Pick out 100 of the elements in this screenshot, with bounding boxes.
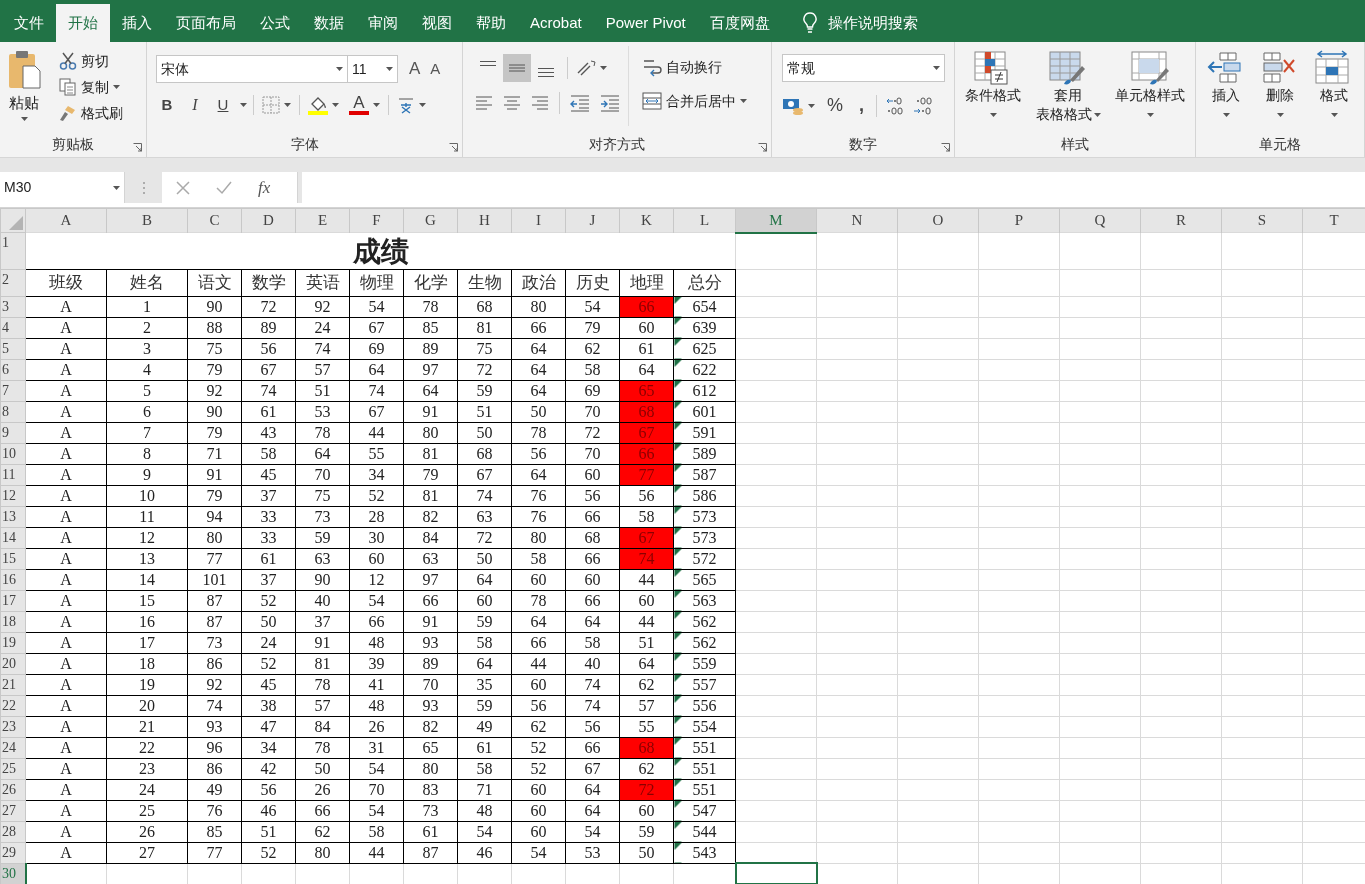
ribbon-tab[interactable]: 审阅 [356, 4, 410, 42]
format-painter-button[interactable]: 格式刷 [56, 100, 126, 126]
row-header[interactable]: 14 [0, 527, 26, 548]
row-header[interactable]: 29 [0, 842, 26, 863]
ribbon-tab[interactable]: 公式 [248, 4, 302, 42]
formula-input[interactable] [302, 172, 1365, 203]
ribbon-tab[interactable]: 文件 [2, 4, 56, 42]
row-header[interactable]: 26 [0, 779, 26, 800]
column-header[interactable]: O [897, 208, 979, 233]
grow-font-button[interactable]: A [406, 56, 424, 82]
row-header[interactable]: 10 [0, 443, 26, 464]
ribbon-tab[interactable]: 插入 [110, 4, 164, 42]
row-header[interactable]: 25 [0, 758, 26, 779]
column-header[interactable]: P [978, 208, 1060, 233]
cells-button[interactable]: 格式 [1312, 50, 1356, 131]
row-header[interactable]: 9 [0, 422, 26, 443]
column-header[interactable]: R [1140, 208, 1222, 233]
borders-button[interactable] [260, 96, 293, 114]
column-header[interactable]: E [295, 208, 350, 233]
row-header[interactable]: 15 [0, 548, 26, 569]
row-header[interactable]: 4 [0, 317, 26, 338]
fill-color-button[interactable] [306, 95, 341, 115]
column-header[interactable]: C [187, 208, 242, 233]
row-header[interactable]: 13 [0, 506, 26, 527]
row-header[interactable]: 7 [0, 380, 26, 401]
column-header[interactable]: H [457, 208, 512, 233]
column-header[interactable]: B [106, 208, 188, 233]
ribbon-tab[interactable]: 百度网盘 [697, 4, 782, 42]
font-size-field[interactable]: 11 [348, 55, 398, 83]
row-header[interactable]: 11 [0, 464, 26, 485]
style-button[interactable]: 套用 表格格式 [1033, 50, 1103, 131]
column-header[interactable]: L [673, 208, 736, 233]
name-box[interactable]: M30 [0, 172, 125, 203]
row-header[interactable]: 30 [0, 863, 26, 884]
row-header[interactable]: 3 [0, 296, 26, 317]
column-header[interactable]: N [816, 208, 898, 233]
row-header[interactable]: 1 [0, 232, 26, 270]
row-header[interactable]: 17 [0, 590, 26, 611]
orientation-button[interactable] [576, 59, 607, 77]
number-format-field[interactable]: 常规 [782, 54, 945, 82]
active-cell[interactable] [735, 863, 817, 884]
column-header[interactable]: I [511, 208, 566, 233]
row-header[interactable]: 12 [0, 485, 26, 506]
row-header[interactable]: 21 [0, 674, 26, 695]
table-cell: 82 [403, 716, 458, 737]
ribbon-tab[interactable]: Acrobat [518, 4, 594, 42]
row-header[interactable]: 28 [0, 821, 26, 842]
row-header[interactable]: 24 [0, 737, 26, 758]
column-header[interactable]: T [1302, 208, 1365, 233]
ribbon-tab[interactable]: 数据 [302, 4, 356, 42]
caret-icon [740, 99, 747, 103]
row-header[interactable]: 5 [0, 338, 26, 359]
row-header[interactable]: 27 [0, 800, 26, 821]
bold-button[interactable]: B [156, 93, 178, 117]
row-header[interactable]: 22 [0, 695, 26, 716]
underline-button[interactable]: U [212, 93, 234, 117]
column-header[interactable]: J [565, 208, 620, 233]
style-button[interactable]: 单元格样式 [1113, 50, 1187, 131]
column-header[interactable]: A [25, 208, 107, 233]
column-header[interactable]: G [403, 208, 458, 233]
insert-function-button[interactable]: fx [258, 174, 271, 201]
font-name-field[interactable]: 宋体 [156, 55, 348, 83]
column-header[interactable]: Q [1059, 208, 1141, 233]
row-header[interactable]: 19 [0, 632, 26, 653]
row-header[interactable]: 20 [0, 653, 26, 674]
ribbon-tab[interactable]: 帮助 [464, 4, 518, 42]
row-header[interactable]: 16 [0, 569, 26, 590]
column-header[interactable]: S [1221, 208, 1303, 233]
table-cell: 61 [619, 338, 674, 359]
italic-button[interactable]: I [184, 93, 206, 117]
column-header[interactable]: F [349, 208, 404, 233]
row-header[interactable]: 2 [0, 269, 26, 296]
currency-button[interactable] [782, 96, 815, 115]
cut-button[interactable]: 剪切 [56, 48, 126, 74]
shrink-font-button[interactable]: A [427, 57, 444, 81]
row-header[interactable]: 18 [0, 611, 26, 632]
comma-button[interactable]: , [855, 92, 869, 119]
column-header[interactable]: M [735, 208, 817, 233]
row-header[interactable]: 8 [0, 401, 26, 422]
borders-icon [262, 96, 280, 114]
ribbon-tab[interactable]: Power Pivot [593, 4, 698, 42]
ribbon-tab[interactable]: 视图 [410, 4, 464, 42]
style-button[interactable]: 条件格式 [963, 50, 1023, 131]
column-header[interactable]: D [241, 208, 296, 233]
column-header[interactable]: K [619, 208, 674, 233]
copy-button[interactable]: 复制 [56, 74, 126, 100]
percent-button[interactable]: % [823, 92, 847, 119]
cells-button[interactable]: 插入 [1204, 50, 1248, 131]
row-header[interactable]: 6 [0, 359, 26, 380]
ribbon-tab[interactable]: 页面布局 [164, 4, 248, 42]
ribbon-tab[interactable]: 开始 [56, 4, 110, 42]
font-color-button[interactable]: A [347, 95, 382, 115]
table-cell: 625 [673, 338, 736, 359]
search-prompt[interactable]: 操作说明搜索 [827, 11, 918, 35]
paste-button[interactable]: 粘贴 [0, 42, 48, 131]
wrap-text-button[interactable]: 自动换行 [639, 54, 750, 80]
row-header[interactable]: 23 [0, 716, 26, 737]
merge-center-button[interactable]: 合并后居中 [639, 88, 750, 114]
table-cell: 84 [403, 527, 458, 548]
cells-button[interactable]: 删除 [1258, 50, 1302, 131]
